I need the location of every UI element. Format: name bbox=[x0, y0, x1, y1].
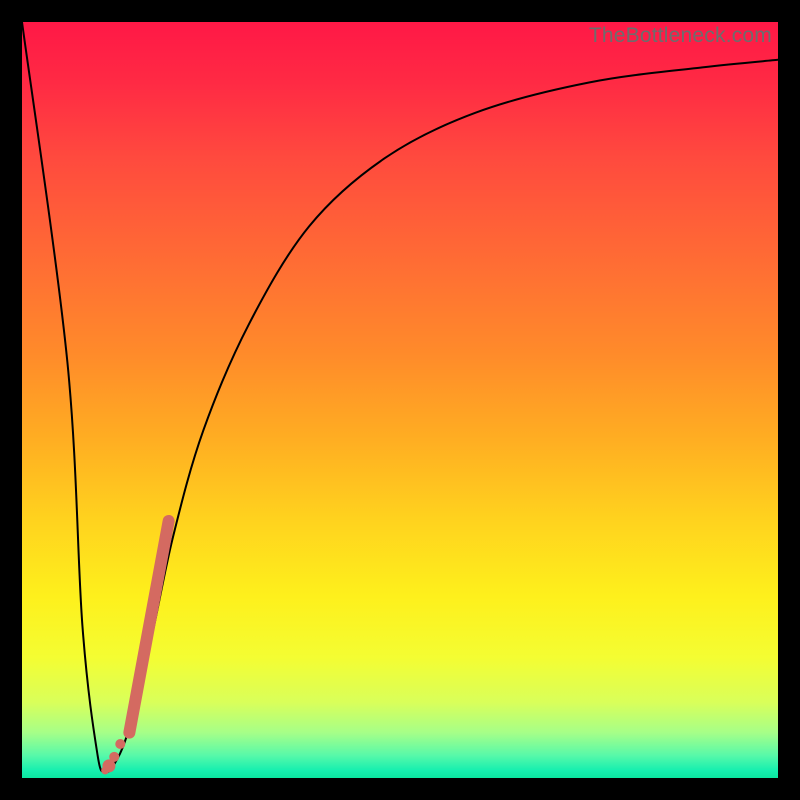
dot-d bbox=[101, 766, 109, 774]
plot-area: TheBottleneck.com bbox=[22, 22, 778, 778]
curve-layer bbox=[22, 22, 778, 778]
highlight-segment bbox=[129, 521, 168, 733]
bottleneck-curve-path bbox=[22, 22, 778, 772]
chart-frame: TheBottleneck.com bbox=[0, 0, 800, 800]
watermark-text: TheBottleneck.com bbox=[589, 24, 772, 48]
dot-a bbox=[115, 739, 125, 749]
marker-layer bbox=[101, 521, 169, 774]
